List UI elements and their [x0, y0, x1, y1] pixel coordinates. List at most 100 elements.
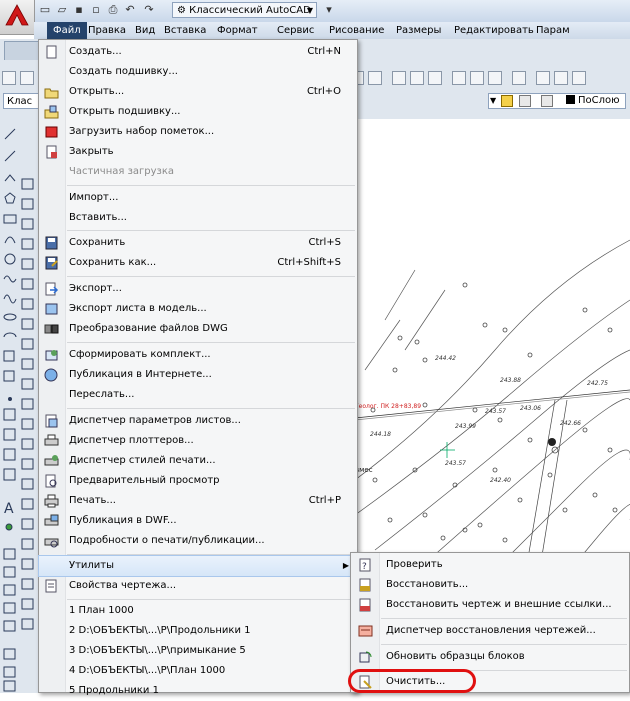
layer-state-icon[interactable] [554, 71, 568, 85]
menu-tools[interactable]: Сервис [271, 22, 320, 39]
submenu-item-audit[interactable]: ? Проверить [351, 555, 629, 575]
elevation-label: 243.57 [485, 408, 506, 415]
menu-item-plotter-manager[interactable]: Диспетчер плоттеров... [39, 431, 357, 451]
menu-item-open-sheetset[interactable]: Открыть подшивку... [39, 102, 357, 122]
menu-item-recent-5[interactable]: 5 Продольники 1 [39, 681, 357, 701]
menu-item-export[interactable]: Экспорт... [39, 279, 357, 299]
sheet-set-icon[interactable] [452, 71, 466, 85]
layer-icon[interactable] [536, 71, 550, 85]
menu-item-plot-preview[interactable]: Предварительный просмотр [39, 471, 357, 491]
open-folder-icon [44, 85, 59, 99]
menu-item-open[interactable]: Открыть... Ctrl+O [39, 82, 357, 102]
menu-item-import[interactable]: Импорт... [39, 188, 357, 208]
export-icon [44, 282, 59, 296]
workspace-select[interactable]: ⚙ Классический AutoCAD ▼ [172, 2, 317, 18]
update-blocks-icon [358, 650, 373, 664]
publish-web-icon [44, 368, 59, 382]
menu-separator [381, 644, 627, 645]
menu-item-export-layout[interactable]: Экспорт листа в модель... [39, 299, 357, 319]
menu-item-recent-2[interactable]: 2 D:\ОБЪЕКТЫ\...\Р\Продольники 1 [39, 621, 357, 641]
menu-item-send[interactable]: Переслать... [39, 385, 357, 405]
elevation-label: 243.57 [445, 460, 466, 467]
menu-item-etransmit[interactable]: Сформировать комплект... [39, 345, 357, 365]
menu-item-insert[interactable]: Вставить... [39, 208, 357, 228]
print-icon [44, 494, 59, 508]
properties-icon[interactable] [392, 71, 406, 85]
draw-tools-icons[interactable]: A [0, 119, 38, 693]
menu-item-recent-1[interactable]: 1 План 1000 [39, 601, 357, 621]
new-drawing-icon[interactable] [2, 71, 16, 85]
menu-item-publish-dwf[interactable]: Публикация в DWF... [39, 511, 357, 531]
menu-item-recent-3[interactable]: 3 D:\ОБЪЕКТЫ\...\Р\примыкание 5 [39, 641, 357, 661]
svg-text:?: ? [362, 562, 367, 572]
etransmit-icon [44, 348, 59, 362]
menu-item-plot-details[interactable]: Подробности о печати/публикации... [39, 531, 357, 551]
highlight-ring [348, 669, 476, 693]
audit-icon: ? [358, 558, 373, 572]
markup-set-icon[interactable] [470, 71, 484, 85]
svg-text:A: A [4, 501, 14, 517]
zoom-realtime-icon[interactable] [368, 71, 382, 85]
menu-view[interactable]: Вид [129, 22, 161, 39]
menu-edit[interactable]: Правка [82, 22, 132, 39]
submenu-item-recover-xref[interactable]: Восстановить чертеж и внешние ссылки... [351, 595, 629, 615]
menu-item-recent-4[interactable]: 4 D:\ОБЪЕКТЫ\...\Р\План 1000 [39, 661, 357, 681]
style-select[interactable]: Клас [3, 93, 39, 109]
menu-item-plot[interactable]: Печать... Ctrl+P [39, 491, 357, 511]
redo-icon[interactable]: ↷ [142, 3, 156, 17]
menu-item-page-setup[interactable]: Диспетчер параметров листов... [39, 411, 357, 431]
menu-item-load-markup[interactable]: Загрузить набор пометок... [39, 122, 357, 142]
menu-item-close[interactable]: Закрыть [39, 142, 357, 162]
print-icon[interactable]: ⎙ [106, 3, 120, 17]
submenu-item-recover[interactable]: Восстановить... [351, 575, 629, 595]
quick-access-dropdown-icon[interactable]: ▾ [322, 3, 336, 17]
menu-item-new[interactable]: Создать... Ctrl+N [39, 42, 357, 62]
submenu-item-recovery-manager[interactable]: Диспетчер восстановления чертежей... [351, 621, 629, 641]
menu-insert[interactable]: Вставка [158, 22, 212, 39]
make-current-icon[interactable] [501, 95, 513, 107]
menu-dimension[interactable]: Размеры [390, 22, 447, 39]
menu-file[interactable]: Файл [47, 22, 87, 39]
menu-item-drawing-properties[interactable]: Свойства чертежа... [39, 576, 357, 596]
menu-separator [67, 276, 355, 277]
menu-item-new-sheetset[interactable]: Создать подшивку... [39, 62, 357, 82]
plotter-icon [44, 434, 59, 448]
layer-walk-icon[interactable] [519, 95, 531, 107]
calculator-icon[interactable] [488, 71, 502, 85]
save-icon[interactable]: ▪ [72, 3, 86, 17]
plot-details-icon [44, 534, 59, 548]
design-center-icon[interactable] [410, 71, 424, 85]
application-button[interactable] [0, 0, 35, 35]
new-icon[interactable]: ▭ [38, 3, 52, 17]
chevron-down-icon: ▼ [490, 96, 497, 105]
chevron-down-icon: ▼ [306, 6, 313, 15]
autocad-logo-icon [5, 4, 29, 26]
tool-palettes-icon[interactable] [428, 71, 442, 85]
menu-item-plot-style-manager[interactable]: Диспетчер стилей печати... [39, 451, 357, 471]
menu-format[interactable]: Формат [211, 22, 264, 39]
markup-icon [44, 125, 59, 139]
dwg-convert-icon [44, 322, 59, 336]
menu-parametric[interactable]: Парам [530, 22, 576, 39]
undo-icon[interactable]: ↶ [123, 3, 137, 17]
menu-draw[interactable]: Рисование [323, 22, 390, 39]
menu-item-utilities[interactable]: Утилиты ▶ [38, 555, 358, 577]
open-drawing-icon[interactable] [20, 71, 34, 85]
open-icon[interactable]: ▱ [55, 3, 69, 17]
submenu-item-update-blocks[interactable]: Обновить образцы блоков [351, 647, 629, 667]
menu-item-save[interactable]: Сохранить Ctrl+S [39, 233, 357, 253]
menu-item-publish-web[interactable]: Публикация в Интернете... [39, 365, 357, 385]
layer-match-icon[interactable] [541, 95, 553, 107]
help-icon[interactable] [512, 71, 526, 85]
save-as-icon[interactable]: ▫ [89, 3, 103, 17]
menu-item-partial-load: Частичная загрузка [69, 166, 175, 177]
new-file-icon [44, 45, 59, 59]
tab-model[interactable] [4, 41, 40, 60]
menu-item-save-as[interactable]: Сохранить как... Ctrl+Shift+S [39, 253, 357, 273]
layer-previous-icon[interactable] [572, 71, 586, 85]
menu-item-dwg-convert[interactable]: Преобразование файлов DWG [39, 319, 357, 339]
gear-icon: ⚙ [177, 5, 190, 16]
color-bylayer[interactable]: ПоСлою [578, 93, 620, 109]
menu-modify[interactable]: Редактировать [448, 22, 540, 39]
station-label: Геолог. ПК 28+83,89 [355, 403, 421, 410]
